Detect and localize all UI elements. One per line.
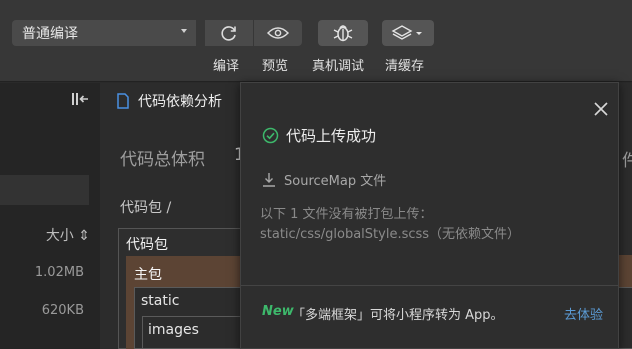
- upload-success-message: 代码上传成功: [262, 125, 376, 146]
- toolbar: 普通编译 编译 预览 真机调试 清缓存: [0, 0, 632, 82]
- caret-down-icon: [181, 29, 187, 33]
- try-it-link[interactable]: 去体验: [564, 304, 603, 323]
- new-badge: New: [262, 304, 294, 319]
- document-icon: [117, 93, 129, 109]
- static-dir-label: static: [141, 293, 180, 309]
- images-dir-label: images: [148, 322, 199, 338]
- file-sidebar: 大小 ⇕ 1.02MB 620KB: [0, 83, 100, 349]
- total-size-title: 代码总体积: [120, 150, 205, 170]
- bug-icon: [333, 25, 353, 42]
- refresh-icon: [221, 26, 236, 41]
- clear-cache-button[interactable]: [382, 20, 434, 46]
- size-column-header[interactable]: 大小 ⇕: [46, 225, 90, 245]
- compile-mode-select[interactable]: 普通编译: [12, 20, 196, 46]
- tab-title: 代码依赖分析: [138, 94, 222, 110]
- tab-dependency-analysis[interactable]: 代码依赖分析: [102, 83, 252, 119]
- download-icon: [263, 172, 275, 187]
- eye-icon: [267, 27, 289, 39]
- compile-button[interactable]: [205, 20, 253, 46]
- treemap-root-label: 代码包: [126, 237, 168, 253]
- remote-debug-label: 真机调试: [312, 59, 365, 74]
- compile-label: 编译: [213, 59, 240, 74]
- check-circle-icon: [262, 127, 279, 144]
- compile-mode-value: 普通编译: [22, 26, 78, 42]
- summary-peek-text: 件: [622, 151, 632, 171]
- main-package-label: 主包: [134, 267, 162, 283]
- sourcemap-label: SourceMap 文件: [284, 174, 387, 189]
- size-value: 620KB: [41, 303, 84, 318]
- collapse-sidebar-icon[interactable]: [70, 90, 90, 108]
- filter-input[interactable]: [0, 175, 89, 205]
- remote-debug-button[interactable]: [318, 20, 368, 46]
- success-text: 代码上传成功: [286, 127, 377, 145]
- footer-promo-text: 「多端框架」可将小程序转为 App。: [292, 308, 504, 323]
- breadcrumb[interactable]: 代码包 /: [120, 197, 171, 217]
- layers-icon: [391, 25, 422, 40]
- clear-cache-label: 清缓存: [385, 59, 425, 74]
- sourcemap-download-link[interactable]: SourceMap 文件: [262, 170, 386, 189]
- devtools-window: 普通编译 编译 预览 真机调试 清缓存 大小 ⇕ 1.02MB 620KB 代码…: [0, 0, 632, 349]
- preview-label: 预览: [262, 59, 289, 74]
- close-icon[interactable]: [594, 102, 608, 116]
- unpacked-notice-line: 以下 1 文件没有被打包上传：: [260, 207, 433, 222]
- unpacked-file-path: static/css/globalStyle.scss（无依赖文件）: [260, 227, 521, 242]
- preview-button[interactable]: [254, 20, 302, 46]
- size-value: 1.02MB: [34, 265, 84, 280]
